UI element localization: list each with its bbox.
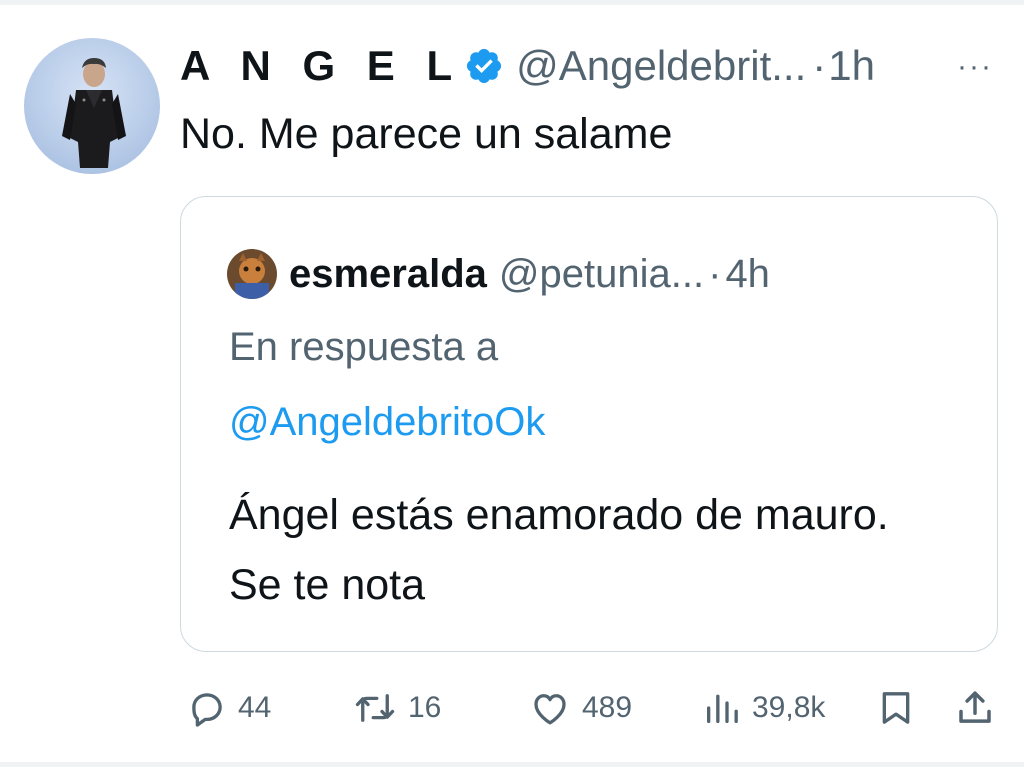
bookmark-icon <box>882 692 910 724</box>
quoted-avatar-photo <box>227 249 277 299</box>
quoted-header-separator: · <box>708 251 722 296</box>
views-icon <box>707 694 738 723</box>
tweet-header: A N G E L @Angeldebrit... · 1h <box>180 38 875 94</box>
quoted-tweet-text: Ángel estás enamorado de mauro. Se te no… <box>229 491 889 609</box>
top-divider <box>0 0 1024 5</box>
reply-button[interactable]: 44 <box>186 680 271 736</box>
retweet-button[interactable]: 16 <box>352 680 441 736</box>
views-button[interactable]: 39,8k <box>702 680 825 736</box>
author-avatar[interactable] <box>24 38 160 174</box>
quoted-author-handle[interactable]: @petunia... <box>499 252 704 297</box>
tweet-timestamp[interactable]: 1h <box>828 42 875 90</box>
quoted-tweet-header: esmeralda @petunia... · 4h <box>289 247 770 301</box>
share-button[interactable] <box>954 680 996 736</box>
retweet-count: 16 <box>408 691 442 724</box>
author-name[interactable]: A N G E L <box>180 42 462 90</box>
retweet-icon <box>355 694 395 722</box>
header-separator: · <box>812 42 827 89</box>
bottom-divider <box>0 762 1024 767</box>
views-count: 39,8k <box>752 691 826 724</box>
more-icon[interactable]: ··· <box>957 50 993 84</box>
quoted-tweet[interactable]: esmeralda @petunia... · 4h En respuesta … <box>180 196 998 652</box>
verified-badge-icon <box>467 48 502 84</box>
quoted-author-avatar[interactable] <box>227 249 277 299</box>
share-icon <box>959 691 991 723</box>
author-handle[interactable]: @Angeldebrit... <box>516 42 806 90</box>
reply-mention-link[interactable]: @AngeldebritoOk <box>229 400 545 445</box>
like-button[interactable]: 489 <box>528 680 632 736</box>
bookmark-button[interactable] <box>876 680 916 736</box>
reply-icon <box>192 693 222 727</box>
tweet-text: No. Me parece un salame <box>180 110 673 158</box>
quoted-author-name[interactable]: esmeralda <box>289 252 487 297</box>
reply-context-label: En respuesta a <box>229 325 499 369</box>
like-count: 489 <box>582 691 633 724</box>
action-bar: 44 16 489 39,8k <box>0 680 1024 736</box>
quoted-timestamp[interactable]: 4h <box>725 252 770 297</box>
reply-count: 44 <box>238 691 272 724</box>
avatar-photo <box>62 58 126 168</box>
like-icon <box>534 694 566 725</box>
